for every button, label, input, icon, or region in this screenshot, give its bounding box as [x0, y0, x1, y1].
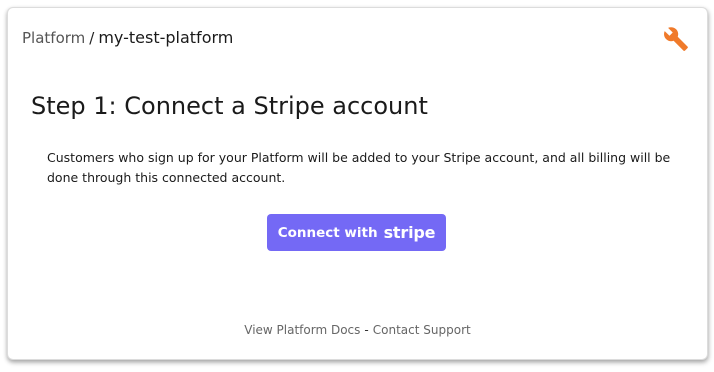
footer-separator: -	[364, 323, 369, 337]
breadcrumb-current-platform: my-test-platform	[98, 28, 234, 47]
connect-button-label: Connect with	[277, 224, 378, 241]
breadcrumb: Platform / my-test-platform	[22, 28, 233, 48]
footer-links: View Platform Docs - Contact Support	[8, 323, 707, 337]
platform-card: Platform / my-test-platform Step 1: Connec…	[7, 7, 708, 360]
step-description: Customers who sign up for your Platform …	[47, 150, 671, 185]
wrench-icon[interactable]	[663, 26, 689, 52]
breadcrumb-separator: /	[89, 29, 95, 47]
view-platform-docs-link[interactable]: View Platform Docs	[244, 323, 360, 337]
step-title: Step 1: Connect a Stripe account	[31, 92, 428, 120]
connect-with-stripe-button[interactable]: Connect with stripe	[267, 214, 446, 251]
contact-support-link[interactable]: Contact Support	[373, 323, 471, 337]
stripe-wordmark: stripe	[383, 223, 436, 242]
breadcrumb-platform-link[interactable]: Platform	[22, 29, 85, 47]
